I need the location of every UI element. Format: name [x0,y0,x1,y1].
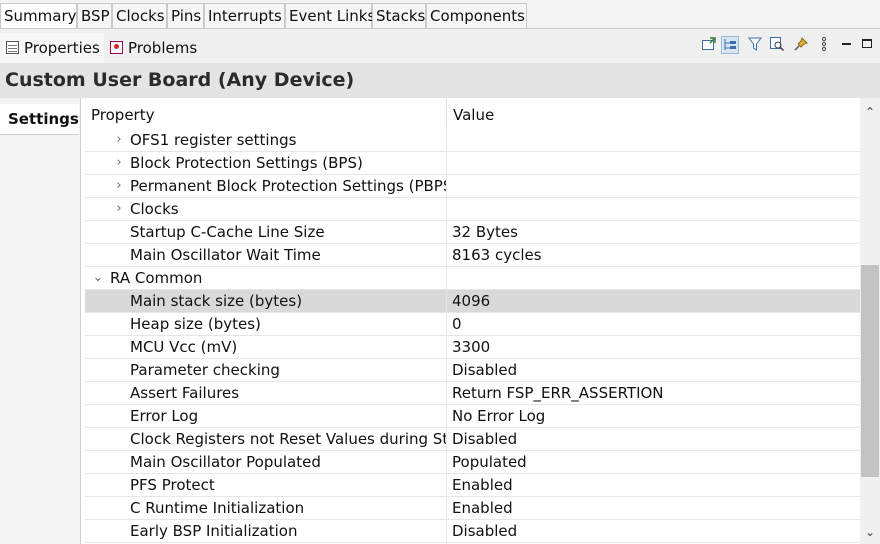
scrollbar-thumb[interactable] [861,265,879,477]
title-strip: Custom User Board (Any Device) [0,63,880,98]
property-label: Main Oscillator Wait Time [130,246,321,264]
table-row[interactable]: Clock Registers not Reset Values during … [85,428,860,451]
property-label: Early BSP Initialization [130,522,298,540]
property-label: Parameter checking [130,361,280,379]
expand-arrow-icon[interactable]: › [113,198,125,220]
property-label: OFS1 register settings [130,131,297,149]
property-label: PFS Protect [130,476,215,494]
minimize-icon[interactable] [838,36,856,54]
tab-event-links[interactable]: Event Links [285,3,375,28]
property-label: Permanent Block Protection Settings (PBP… [130,177,446,195]
collapse-arrow-icon[interactable]: ⌄ [92,267,104,289]
scroll-up-icon[interactable]: ⌃ [860,102,880,122]
tab-summary[interactable]: Summary [0,3,77,28]
table-row[interactable]: C Runtime Initialization Enabled [85,497,860,520]
property-label: Error Log [130,407,199,425]
property-value[interactable]: 32 Bytes [452,221,518,243]
tab-pins[interactable]: Pins [167,3,204,28]
tab-interrupts[interactable]: Interrupts [204,3,285,28]
property-label: Assert Failures [130,384,240,402]
property-label: Clocks [130,200,179,218]
property-value[interactable]: 3300 [452,336,490,358]
more-vertical-icon[interactable] [815,36,833,54]
table-row[interactable]: Startup C-Cache Line Size 32 Bytes [85,221,860,244]
header-property[interactable]: Property [91,106,154,124]
tab-problems-label: Problems [128,39,198,57]
expand-arrow-icon[interactable]: › [113,129,125,151]
side-tab-column: Settings [0,98,81,544]
page-title: Custom User Board (Any Device) [5,69,355,91]
property-value[interactable]: 0 [452,313,462,335]
table-row[interactable]: Main Oscillator Wait Time 8163 cycles [85,244,860,267]
table-row[interactable]: Heap size (bytes) 0 [85,313,860,336]
property-value[interactable]: Enabled [452,474,513,496]
tab-clocks[interactable]: Clocks [112,3,167,28]
table-row[interactable]: Parameter checking Disabled [85,359,860,382]
vertical-scrollbar[interactable]: ⌃ ⌄ [860,98,880,544]
property-label: C Runtime Initialization [130,499,305,517]
tab-properties[interactable]: Properties [0,33,104,63]
expand-arrow-icon[interactable]: › [113,175,125,197]
tab-bsp[interactable]: BSP [77,3,112,28]
table-row[interactable]: PFS Protect Enabled [85,474,860,497]
table-row[interactable]: Main Oscillator Populated Populated [85,451,860,474]
property-label: Main stack size (bytes) [130,292,303,310]
table-row[interactable]: › Permanent Block Protection Settings (PB… [85,175,860,198]
maximize-icon[interactable] [858,36,876,54]
property-label: Block Protection Settings (BPS) [130,154,363,172]
table-row[interactable]: › Block Protection Settings (BPS) [85,152,860,175]
property-value[interactable]: No Error Log [452,405,545,427]
tab-settings[interactable]: Settings [0,104,79,135]
table-row[interactable]: › Clocks [85,198,860,221]
property-value[interactable]: Disabled [452,359,517,381]
tab-problems[interactable]: Problems [110,33,210,63]
search-icon[interactable] [768,36,786,54]
new-window-icon[interactable] [700,36,718,54]
column-divider[interactable] [446,98,447,129]
tab-stacks[interactable]: Stacks [372,3,426,28]
problems-icon [110,41,123,54]
table-row[interactable]: Error Log No Error Log [85,405,860,428]
property-value[interactable]: Disabled [452,520,517,542]
scroll-down-icon[interactable]: ⌄ [860,522,880,542]
property-label: Clock Registers not Reset Values during … [130,430,446,448]
property-value[interactable]: Populated [452,451,527,473]
properties-icon [6,41,19,54]
property-value[interactable]: Return FSP_ERR_ASSERTION [452,382,664,404]
table-header: Property Value [85,98,860,129]
pin-icon[interactable] [792,36,810,54]
table-row[interactable]: Assert Failures Return FSP_ERR_ASSERTION [85,382,860,405]
header-value[interactable]: Value [453,106,494,124]
property-table: Property Value › OFS1 register settings ›… [85,98,860,544]
table-row-selected[interactable]: Main stack size (bytes) 4096 [85,290,860,313]
table-row[interactable]: Early BSP Initialization Disabled [85,520,860,543]
table-row[interactable]: › OFS1 register settings [85,129,860,152]
property-value[interactable]: 4096 [452,290,490,312]
property-value[interactable]: 8163 cycles [452,244,542,266]
table-row[interactable]: MCU Vcc (mV) 3300 [85,336,860,359]
tab-properties-label: Properties [24,39,100,57]
property-value[interactable]: Enabled [452,497,513,519]
tab-components[interactable]: Components [426,3,527,28]
property-label: Startup C-Cache Line Size [130,223,325,241]
property-label: Main Oscillator Populated [130,453,321,471]
table-row[interactable]: ⌄ RA Common [85,267,860,290]
expand-arrow-icon[interactable]: › [113,152,125,174]
property-label: RA Common [110,269,203,287]
editor-tab-bar: Summary BSP Clocks Pins Interrupts Event… [0,0,880,29]
property-value[interactable]: Disabled [452,428,517,450]
property-label: Heap size (bytes) [130,315,261,333]
filter-icon[interactable] [746,36,764,54]
tree-view-icon[interactable] [721,36,739,54]
property-label: MCU Vcc (mV) [130,338,238,356]
